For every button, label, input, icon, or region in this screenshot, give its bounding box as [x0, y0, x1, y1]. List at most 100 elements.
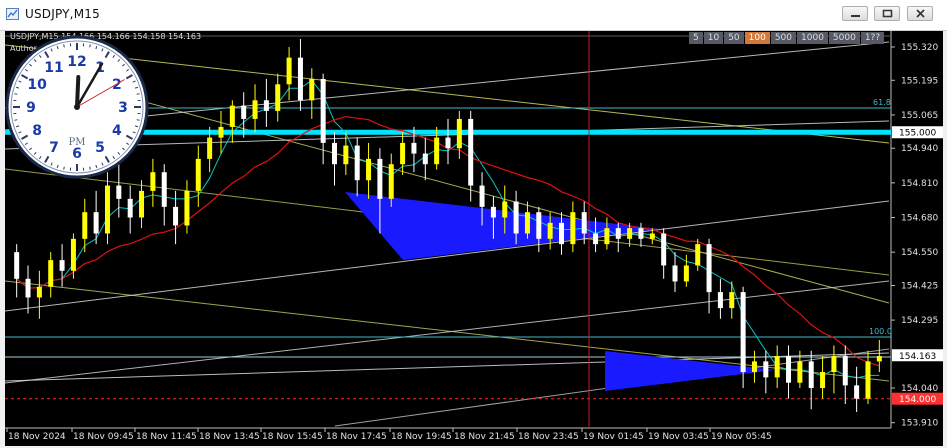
clock-tick	[14, 93, 18, 95]
candle-body	[263, 100, 269, 111]
candle-body	[581, 212, 587, 234]
candle-body	[831, 356, 837, 373]
time-label: 19 Nov 01:45	[583, 432, 644, 442]
minimize-button[interactable]	[842, 6, 868, 21]
clock-tick	[89, 44, 91, 48]
candle-body	[82, 212, 88, 239]
candle-body	[422, 153, 428, 165]
time-label: 18 Nov 2024	[8, 432, 66, 442]
timeframe-button-50[interactable]: 50	[724, 32, 744, 44]
candle-body	[490, 206, 496, 218]
price-label: 154.295	[901, 316, 938, 326]
candle-body	[195, 158, 201, 191]
clock-tick	[63, 44, 65, 48]
price-label: 154.810	[901, 179, 938, 189]
timeframe-bar: 5 10 50 100 500 1000 5000 1??	[689, 32, 885, 44]
candle-body	[229, 105, 235, 127]
candle-body	[343, 145, 349, 165]
candle-body	[286, 57, 292, 85]
time-label: 18 Nov 19:45	[391, 432, 452, 442]
clock-number: 6	[72, 146, 82, 162]
candle-body	[763, 361, 769, 378]
candle-body	[479, 185, 485, 207]
timeframe-button-1000[interactable]: 1000	[797, 32, 828, 44]
candle-body	[150, 172, 156, 191]
time-label: 18 Nov 13:45	[199, 432, 260, 442]
candle-body	[547, 222, 553, 239]
candle-body	[93, 212, 99, 234]
candle-body	[354, 145, 360, 181]
price-label: 154.940	[901, 144, 938, 154]
candle-body	[593, 233, 599, 245]
clock-tick	[136, 93, 140, 95]
time-label: 19 Nov 05:45	[711, 432, 772, 442]
clock-center	[74, 104, 80, 110]
candle-body	[729, 292, 735, 309]
time-label: 18 Nov 09:45	[73, 432, 134, 442]
restore-icon	[882, 9, 893, 18]
candle-body	[865, 361, 871, 399]
price-label: 154.680	[901, 214, 938, 224]
timeframe-button-1xx[interactable]: 1??	[860, 32, 885, 44]
candle-body	[797, 361, 803, 383]
candle-body	[751, 361, 757, 373]
candle-body	[513, 201, 519, 234]
clock-number: 10	[27, 77, 47, 93]
time-label: 18 Nov 15:45	[262, 432, 323, 442]
candle-body	[559, 222, 565, 245]
price-label: 153.910	[901, 419, 938, 429]
candle-body	[456, 118, 462, 149]
candle-body	[842, 356, 848, 386]
restore-button[interactable]	[874, 6, 900, 21]
timeframe-button-5[interactable]: 5	[689, 32, 703, 44]
price-label: 155.195	[901, 76, 938, 86]
price-label: 155.065	[901, 111, 938, 121]
timeframe-button-500[interactable]: 500	[770, 32, 797, 44]
clock-number: 4	[112, 123, 122, 139]
title-bar[interactable]: USDJPY,M15	[0, 0, 947, 31]
candle-body	[661, 233, 667, 266]
clock-period: PM	[69, 137, 86, 148]
minimize-icon	[851, 15, 860, 17]
time-label: 18 Nov 23:45	[518, 432, 579, 442]
candle-body	[524, 212, 530, 234]
candle-body	[740, 292, 746, 373]
clock-tick	[63, 166, 65, 170]
timeframe-button-100[interactable]: 100	[744, 32, 770, 44]
candle-body	[366, 158, 372, 181]
clock-number: 12	[67, 54, 86, 70]
candle-body	[786, 356, 792, 383]
candle-body	[309, 78, 315, 101]
time-label: 18 Nov 17:45	[326, 432, 387, 442]
price-label: 154.425	[901, 281, 938, 291]
candle-body	[297, 57, 303, 101]
candle-body	[411, 142, 417, 154]
candle-body	[252, 100, 258, 119]
terminal-window: USDJPY,M15 155.320 155.195 155.065 154.940 1…	[0, 0, 947, 448]
price-chart[interactable]: 155.320 155.195 155.065 154.940 154.810 154.6…	[5, 31, 943, 446]
timeframe-button-5000[interactable]: 5000	[828, 32, 860, 44]
candle-body	[445, 137, 451, 149]
candle-body	[218, 126, 224, 138]
candle-body	[275, 84, 281, 111]
candle-body	[627, 228, 633, 239]
timeframe-button-10[interactable]: 10	[703, 32, 724, 44]
candle-body	[184, 190, 190, 226]
time-label: 18 Nov 11:45	[136, 432, 197, 442]
candle-body	[604, 228, 610, 245]
clock-widget: 121234567891011PM	[5, 35, 149, 179]
clock-tick	[136, 119, 140, 121]
clock-number: 2	[112, 77, 122, 93]
close-button[interactable]	[907, 6, 933, 21]
chart-window-icon	[6, 8, 19, 20]
clock-number: 3	[118, 100, 128, 116]
candle-body	[377, 158, 383, 199]
candle-body	[25, 278, 31, 298]
clock-number: 7	[49, 140, 59, 156]
price-label: 155.320	[901, 43, 938, 53]
candle-body	[127, 198, 133, 218]
window-title: USDJPY,M15	[25, 7, 100, 21]
candle-body	[672, 265, 678, 282]
time-label: 19 Nov 03:45	[648, 432, 709, 442]
candle-body	[36, 286, 42, 298]
